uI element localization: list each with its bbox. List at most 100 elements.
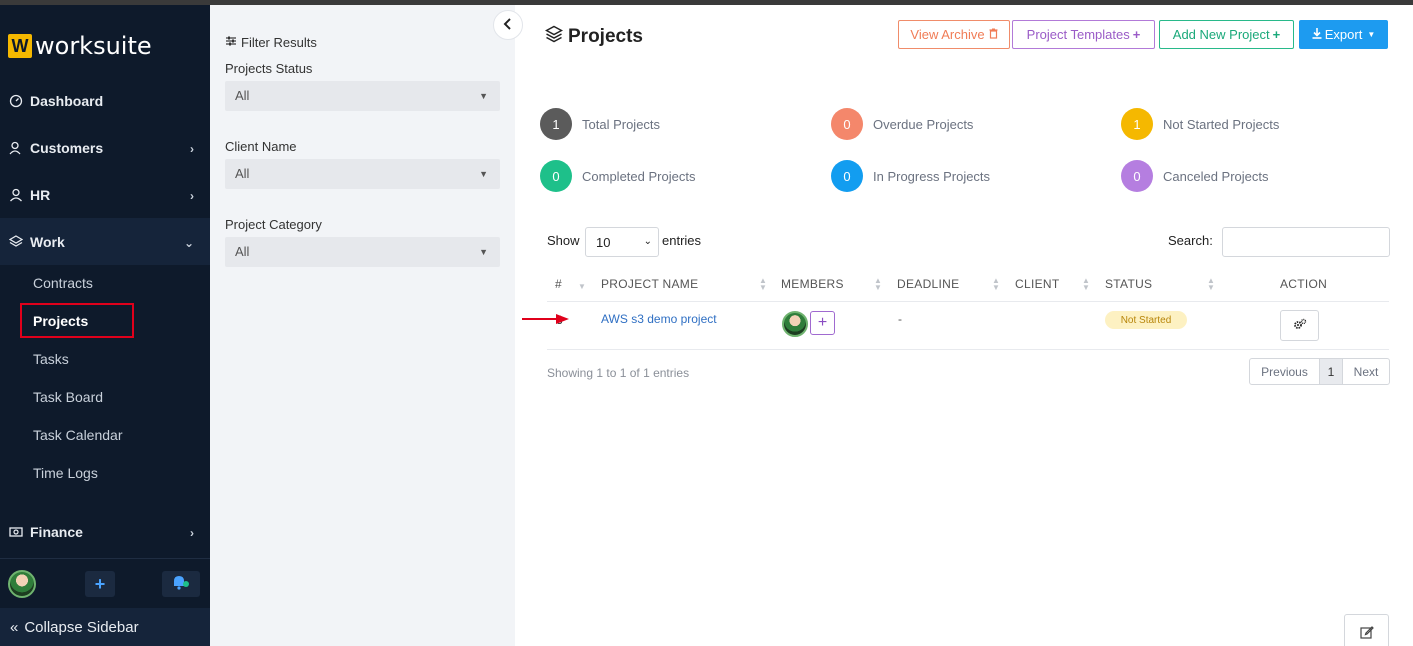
annotation-arrow [522, 314, 569, 324]
gears-icon [1293, 317, 1307, 335]
stat-label: In Progress Projects [873, 168, 991, 184]
quick-add-button[interactable]: + [85, 571, 115, 597]
entries-value: 10 [596, 235, 611, 250]
client-name-select[interactable]: All ▼ [225, 159, 500, 189]
pagination-previous[interactable]: Previous [1250, 359, 1320, 384]
logo-text: worksuite [35, 32, 152, 60]
stat-total-projects: 1 Total Projects [540, 108, 660, 140]
caret-down-icon: ▼ [1367, 30, 1376, 39]
user-avatar[interactable] [8, 570, 36, 598]
sidebar-item-label: Dashboard [30, 92, 104, 109]
column-header-deadline[interactable]: DEADLINE [897, 277, 959, 291]
column-header-client[interactable]: CLIENT [1015, 277, 1059, 291]
pagination-next[interactable]: Next [1343, 359, 1389, 384]
sort-icon: ▲ ▼ [1082, 276, 1090, 292]
sidebar-item-label: Work [30, 233, 65, 250]
stat-count: 1 [540, 108, 572, 140]
project-category-select[interactable]: All ▼ [225, 237, 500, 267]
show-label: Show [547, 233, 580, 248]
sidebar-item-finance[interactable]: Finance › [0, 508, 210, 555]
sidebar-item-work[interactable]: Work ⌄ [0, 218, 210, 265]
chevron-right-icon: › [190, 526, 194, 540]
projects-status-value: All [235, 88, 250, 103]
sort-icon: ▲ ▼ [992, 276, 1000, 292]
dashboard-icon [8, 93, 24, 109]
status-badge: Not Started [1105, 311, 1187, 329]
bell-icon [171, 574, 191, 595]
sort-desc-icon: ▼ [578, 282, 586, 291]
column-header-status[interactable]: STATUS [1105, 277, 1152, 291]
entries-label: entries [662, 233, 702, 248]
customers-icon [8, 140, 24, 156]
stat-label: Not Started Projects [1163, 116, 1280, 132]
sidebar-subitem-tasks[interactable]: Tasks [33, 351, 69, 367]
view-archive-button[interactable]: View Archive [898, 20, 1010, 49]
row-actions-button[interactable] [1280, 310, 1319, 341]
stat-count: 1 [1121, 108, 1153, 140]
money-icon [8, 524, 24, 540]
layers-icon [544, 25, 564, 49]
filter-title: Filter Results [225, 35, 317, 50]
stat-not-started-projects: 1 Not Started Projects [1121, 108, 1279, 140]
project-name-link[interactable]: AWS s3 demo project [601, 312, 717, 326]
stat-overdue-projects: 0 Overdue Projects [831, 108, 973, 140]
stat-label: Overdue Projects [873, 116, 974, 132]
table-row-divider [547, 349, 1389, 350]
collapse-sidebar-label: Collapse Sidebar [24, 618, 139, 636]
table-header-divider [547, 301, 1389, 302]
sidebar-subitem-time-logs[interactable]: Time Logs [33, 465, 98, 481]
deadline-value: - [898, 312, 902, 326]
stat-count: 0 [831, 108, 863, 140]
sidebar-subitem-task-calendar[interactable]: Task Calendar [33, 427, 123, 443]
annotation-highlight-box [20, 303, 134, 338]
projects-status-select[interactable]: All ▼ [225, 81, 500, 111]
chevron-down-icon: ⌄ [643, 236, 652, 247]
stat-label: Completed Projects [582, 168, 696, 184]
sidebar-item-dashboard[interactable]: Dashboard [0, 77, 210, 124]
project-templates-button[interactable]: Project Templates + [1012, 20, 1155, 49]
sidebar-footer: + [0, 558, 210, 608]
main-content: Projects View Archive Project Templates … [515, 5, 1413, 646]
app-logo[interactable]: W worksuite [8, 32, 152, 60]
floating-edit-button[interactable] [1344, 614, 1389, 646]
sidebar-item-customers[interactable]: Customers › [0, 124, 210, 171]
search-label: Search: [1168, 233, 1213, 248]
sidebar-item-hr[interactable]: HR › [0, 171, 210, 218]
search-input[interactable] [1222, 227, 1390, 257]
client-name-label: Client Name [225, 139, 297, 154]
export-button[interactable]: Export ▼ [1299, 20, 1388, 49]
sliders-icon [225, 35, 237, 50]
column-header-number[interactable]: # [555, 277, 562, 291]
projects-status-label: Projects Status [225, 61, 313, 76]
client-name-value: All [235, 166, 250, 181]
filter-panel: Filter Results Projects Status All ▼ Cli… [210, 5, 515, 646]
view-archive-label: View Archive [910, 27, 985, 42]
chevron-left-icon [503, 17, 513, 33]
pagination: Previous 1 Next [1249, 358, 1390, 385]
sort-icon: ▲ ▼ [1207, 276, 1215, 292]
pagination-page-1[interactable]: 1 [1320, 359, 1343, 384]
stat-count: 0 [831, 160, 863, 192]
collapse-sidebar-button[interactable]: « Collapse Sidebar [0, 608, 210, 646]
column-header-members[interactable]: MEMBERS [781, 277, 844, 291]
add-member-button[interactable]: + [810, 311, 835, 335]
stat-in-progress-projects: 0 In Progress Projects [831, 160, 990, 192]
notifications-button[interactable] [162, 571, 200, 597]
sidebar-subitem-task-board[interactable]: Task Board [33, 389, 103, 405]
stat-label: Canceled Projects [1163, 168, 1269, 184]
download-icon [1312, 27, 1322, 42]
plus-icon: + [817, 314, 828, 331]
edit-icon [1359, 625, 1374, 644]
add-new-project-button[interactable]: Add New Project + [1159, 20, 1294, 49]
member-avatar[interactable] [782, 311, 808, 337]
sidebar-subitem-contracts[interactable]: Contracts [33, 275, 93, 291]
page-title: Projects [544, 25, 643, 49]
plus-icon: + [1132, 27, 1141, 42]
stat-canceled-projects: 0 Canceled Projects [1121, 160, 1269, 192]
column-header-project-name[interactable]: PROJECT NAME [601, 277, 698, 291]
column-header-action: ACTION [1280, 277, 1328, 291]
dropdown-arrow-icon: ▼ [479, 247, 488, 257]
dropdown-arrow-icon: ▼ [479, 169, 488, 179]
page-title-text: Projects [568, 26, 643, 47]
entries-per-page-select[interactable]: 10 ⌄ [585, 227, 659, 257]
